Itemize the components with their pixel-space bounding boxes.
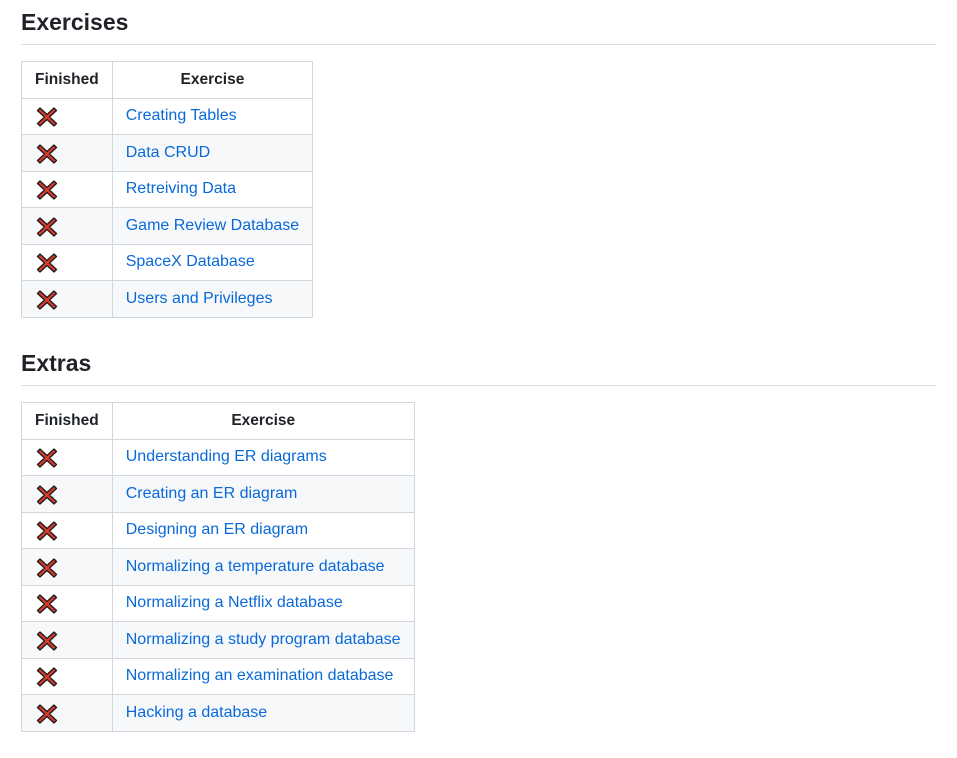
exercise-cell: Creating Tables [111, 97, 314, 135]
table-row: Normalizing a Netflix database [21, 584, 415, 622]
exercise-cell: Normalizing a temperature database [111, 548, 415, 586]
exercise-link[interactable]: Normalizing a Netflix database [126, 594, 343, 611]
table-row: Creating an ER diagram [21, 475, 415, 513]
finished-cell [21, 97, 113, 135]
finished-cell [21, 548, 113, 586]
table-row: SpaceX Database [21, 243, 314, 281]
finished-cell [21, 438, 113, 476]
table-row: Normalizing an examination database [21, 657, 415, 695]
exercise-cell: Users and Privileges [111, 280, 314, 318]
exercise-link[interactable]: Creating an ER diagram [126, 485, 298, 502]
column-header-finished: Finished [21, 61, 113, 99]
table-row: Users and Privileges [21, 280, 314, 318]
section-extras: Extras Finished Exercise Understanding E… [21, 349, 936, 732]
table-body: Creating Tables Data CRUD Retreiving Data G… [21, 97, 314, 318]
finished-cell [21, 694, 113, 732]
exercise-cell: Retreiving Data [111, 170, 314, 208]
red-x-icon [36, 107, 58, 127]
finished-cell [21, 621, 113, 659]
finished-cell [21, 657, 113, 695]
table-row: Game Review Database [21, 207, 314, 245]
exercise-cell: Normalizing a Netflix database [111, 584, 415, 622]
red-x-icon [36, 667, 58, 687]
exercise-link[interactable]: SpaceX Database [126, 253, 255, 270]
exercise-link[interactable]: Data CRUD [126, 144, 210, 161]
table-row: Understanding ER diagrams [21, 438, 415, 476]
table-row: Hacking a database [21, 694, 415, 732]
section-heading: Extras [21, 349, 936, 386]
exercise-cell: SpaceX Database [111, 243, 314, 281]
section-heading: Exercises [21, 8, 936, 45]
exercise-link[interactable]: Creating Tables [126, 107, 237, 124]
exercise-cell: Game Review Database [111, 207, 314, 245]
red-x-icon [36, 180, 58, 200]
exercise-cell: Designing an ER diagram [111, 511, 415, 549]
exercise-cell: Creating an ER diagram [111, 475, 415, 513]
red-x-icon [36, 704, 58, 724]
exercise-cell: Understanding ER diagrams [111, 438, 415, 476]
column-header-exercise: Exercise [111, 402, 415, 440]
red-x-icon [36, 253, 58, 273]
exercise-cell: Normalizing a study program database [111, 621, 415, 659]
red-x-icon [36, 448, 58, 468]
table-header-row: Finished Exercise [21, 61, 314, 99]
red-x-icon [36, 521, 58, 541]
exercise-link[interactable]: Normalizing a temperature database [126, 558, 385, 575]
finished-cell [21, 170, 113, 208]
red-x-icon [36, 144, 58, 164]
finished-cell [21, 584, 113, 622]
table-row: Data CRUD [21, 134, 314, 172]
exercise-link[interactable]: Normalizing a study program database [126, 631, 401, 648]
finished-cell [21, 475, 113, 513]
extras-table: Finished Exercise Understanding ER diagr… [21, 402, 415, 732]
finished-cell [21, 207, 113, 245]
section-exercises: Exercises Finished Exercise Creating Tab… [21, 8, 936, 318]
red-x-icon [36, 485, 58, 505]
exercise-link[interactable]: Designing an ER diagram [126, 521, 308, 538]
table-header-row: Finished Exercise [21, 402, 415, 440]
exercise-link[interactable]: Hacking a database [126, 704, 267, 721]
red-x-icon [36, 631, 58, 651]
finished-cell [21, 280, 113, 318]
finished-cell [21, 243, 113, 281]
table-row: Creating Tables [21, 97, 314, 135]
red-x-icon [36, 558, 58, 578]
exercise-cell: Normalizing an examination database [111, 657, 415, 695]
red-x-icon [36, 290, 58, 310]
column-header-finished: Finished [21, 402, 113, 440]
table-row: Normalizing a temperature database [21, 548, 415, 586]
exercise-link[interactable]: Normalizing an examination database [126, 667, 394, 684]
table-row: Retreiving Data [21, 170, 314, 208]
red-x-icon [36, 594, 58, 614]
exercise-link[interactable]: Game Review Database [126, 217, 299, 234]
exercise-link[interactable]: Understanding ER diagrams [126, 448, 327, 465]
finished-cell [21, 511, 113, 549]
exercise-link[interactable]: Users and Privileges [126, 290, 273, 307]
table-row: Designing an ER diagram [21, 511, 415, 549]
finished-cell [21, 134, 113, 172]
exercise-link[interactable]: Retreiving Data [126, 180, 236, 197]
exercises-table: Finished Exercise Creating Tables Data CR… [21, 61, 314, 318]
table-row: Normalizing a study program database [21, 621, 415, 659]
column-header-exercise: Exercise [111, 61, 314, 99]
exercise-cell: Data CRUD [111, 134, 314, 172]
exercise-cell: Hacking a database [111, 694, 415, 732]
red-x-icon [36, 217, 58, 237]
table-body: Understanding ER diagrams Creating an ER … [21, 438, 415, 732]
